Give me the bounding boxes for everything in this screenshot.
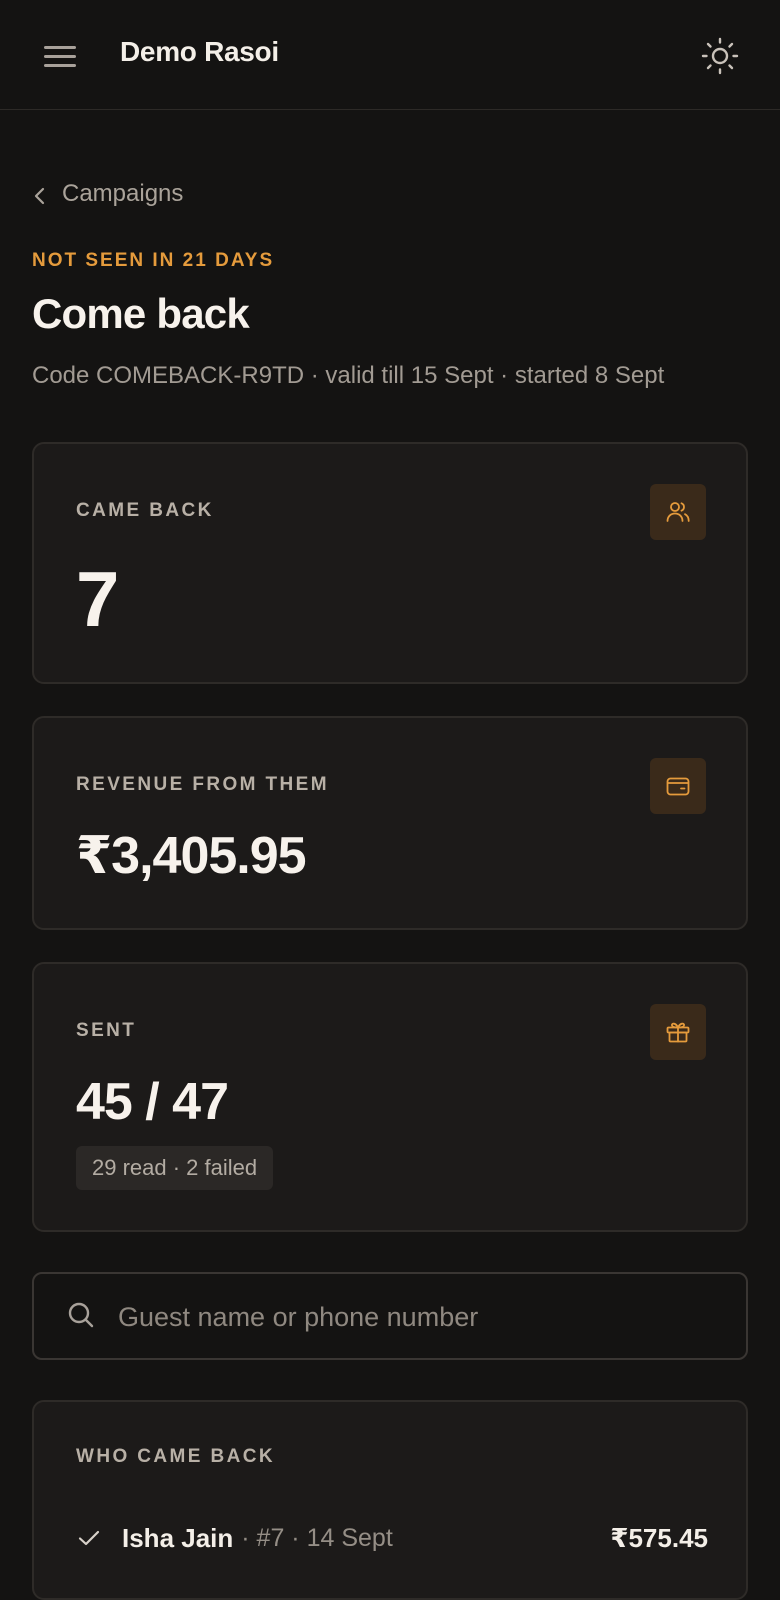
page-title: Come back: [32, 290, 250, 337]
guest-name: Isha Jain: [122, 1522, 234, 1553]
stat-value: 45 / 47: [76, 1073, 229, 1131]
stat-card-revenue: REVENUE FROM THEM ₹3,405.95: [32, 716, 748, 930]
hamburger-icon-line: [44, 55, 76, 58]
stat-value: ₹3,405.95: [76, 827, 307, 885]
guest-visit-meta: · #7 · 14 Sept: [241, 1523, 393, 1552]
back-link-label: Campaigns: [62, 180, 184, 207]
hamburger-icon: [44, 46, 76, 49]
stat-label: REVENUE FROM THEM: [76, 774, 329, 795]
list-item[interactable]: Isha Jain · #7 · 14 Sept ₹575.45: [76, 1514, 708, 1562]
stat-label: CAME BACK: [76, 500, 214, 521]
check-icon: [78, 1530, 100, 1546]
guest-amount: ₹575.45: [610, 1522, 708, 1553]
stat-icon-tile: [650, 1004, 706, 1060]
hamburger-icon-line: [44, 64, 76, 67]
campaign-meta: Code COMEBACK-R9TD · valid till 15 Sept …: [32, 362, 665, 389]
delivery-status-chip: 29 read · 2 failed: [76, 1146, 274, 1190]
menu-button[interactable]: [40, 40, 80, 72]
stat-icon-tile: [650, 484, 706, 540]
gift-icon: [666, 1022, 690, 1043]
users-icon: [666, 502, 690, 522]
wallet-icon: [666, 777, 690, 796]
search-icon: [68, 1302, 94, 1328]
list-title: WHO CAME BACK: [76, 1446, 276, 1467]
back-link-campaigns[interactable]: Campaigns: [32, 176, 183, 212]
stat-icon-tile: [650, 758, 706, 814]
stat-label: SENT: [76, 1020, 137, 1041]
chevron-left-icon: [34, 187, 45, 205]
guest-search: [32, 1272, 748, 1360]
stat-card-came-back: CAME BACK 7: [32, 442, 748, 684]
campaign-eyebrow: NOT SEEN IN 21 DAYS: [32, 250, 275, 271]
app-title: Demo Rasoi: [120, 36, 279, 67]
sun-icon: [701, 37, 739, 75]
stat-value: 7: [76, 555, 119, 643]
stat-card-sent: SENT 45 / 47 29 read · 2 failed: [32, 962, 748, 1232]
theme-toggle-button[interactable]: [700, 36, 740, 76]
top-bar: Demo Rasoi: [0, 0, 780, 110]
who-came-back-card: WHO CAME BACK Isha Jain · #7 · 14 Sept ₹…: [32, 1400, 748, 1600]
search-input[interactable]: [116, 1284, 720, 1350]
